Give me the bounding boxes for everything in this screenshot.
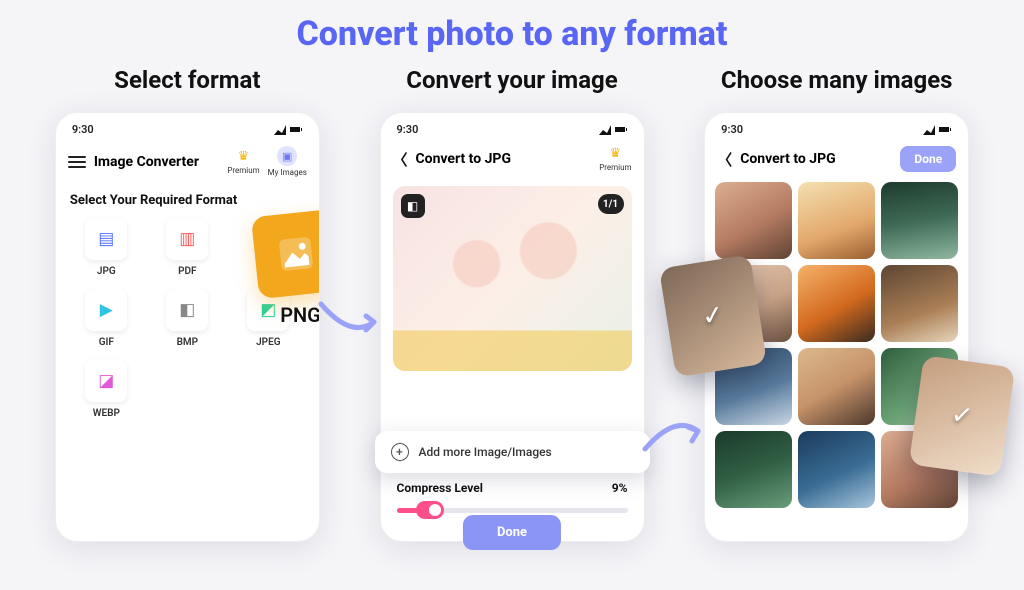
grid-thumb[interactable]: [881, 265, 958, 342]
app-header: Image Converter ♛ Premium ▣ My Images: [56, 142, 319, 187]
grid-thumb[interactable]: [798, 431, 875, 508]
app-title: Image Converter: [94, 154, 220, 170]
convert-title: Convert to JPG: [416, 151, 592, 167]
column-convert: Convert your image 9:30 〈 Convert to JPG…: [350, 66, 675, 542]
section-label: Select Your Required Format: [56, 187, 319, 218]
crown-icon: ♛: [238, 149, 250, 164]
check-icon: ✓: [949, 400, 975, 433]
png-label: PNG: [280, 303, 320, 327]
grid-thumb[interactable]: [715, 182, 792, 259]
column-title-right: Choose many images: [674, 66, 999, 94]
crown-icon: ♛: [610, 146, 622, 161]
compress-label: Compress Level: [397, 481, 483, 495]
crop-icon[interactable]: ◧: [401, 194, 425, 218]
status-icons: [923, 123, 952, 136]
done-button[interactable]: Done: [900, 146, 956, 172]
hero-title: Convert photo to any format: [0, 14, 1024, 54]
grid-thumb[interactable]: [798, 182, 875, 259]
image-count-badge: 1/1: [598, 194, 624, 214]
status-icons: [599, 123, 628, 136]
plus-icon: +: [391, 443, 409, 461]
add-more-button[interactable]: + Add more Image/Images: [375, 431, 650, 473]
selected-thumb[interactable]: ✓: [909, 355, 1015, 477]
format-bmp[interactable]: ◧BMP: [153, 289, 222, 348]
choose-header: 〈 Convert to JPG Done: [705, 142, 968, 182]
selected-thumb[interactable]: ✓: [659, 254, 767, 377]
grid-thumb[interactable]: [715, 431, 792, 508]
grid-thumb[interactable]: [881, 182, 958, 259]
format-pdf[interactable]: ▥PDF: [153, 218, 222, 277]
choose-title: Convert to JPG: [740, 151, 892, 167]
grid-thumb[interactable]: [798, 265, 875, 342]
menu-icon[interactable]: [68, 156, 86, 168]
convert-header: 〈 Convert to JPG ♛ Premium: [381, 142, 644, 182]
status-bar: 9:30: [705, 113, 968, 142]
done-button[interactable]: Done: [463, 515, 561, 550]
phone-choose-many: 9:30 〈 Convert to JPG Done: [704, 112, 969, 542]
status-bar: 9:30: [381, 113, 644, 142]
column-title-center: Convert your image: [350, 66, 675, 94]
status-icons: [274, 123, 303, 136]
column-title-left: Select format: [25, 66, 350, 94]
compress-value: 9%: [612, 481, 628, 495]
back-button[interactable]: 〈: [393, 149, 408, 170]
phone-convert: 9:30 〈 Convert to JPG ♛ Premium ◧ 1/1 +: [380, 112, 645, 542]
image-preview[interactable]: ◧ 1/1: [393, 186, 632, 371]
premium-button[interactable]: ♛ Premium: [227, 149, 259, 175]
format-webp[interactable]: ◪WEBP: [72, 360, 141, 419]
check-icon: ✓: [700, 299, 726, 332]
premium-button[interactable]: ♛ Premium: [599, 146, 631, 172]
column-select-format: Select format 9:30 Image Converter ♛ Pre…: [25, 66, 350, 542]
flow-arrow-icon: [640, 409, 710, 459]
status-time: 9:30: [721, 123, 743, 136]
format-jpg[interactable]: ▤JPG: [72, 218, 141, 277]
status-bar: 9:30: [56, 113, 319, 142]
column-choose-many: Choose many images 9:30 〈 Convert to JPG…: [674, 66, 999, 542]
grid-thumb[interactable]: [798, 348, 875, 425]
status-time: 9:30: [397, 123, 419, 136]
flow-arrow-icon: [316, 294, 386, 344]
my-images-button[interactable]: ▣ My Images: [268, 146, 307, 177]
my-images-icon: ▣: [277, 146, 297, 166]
format-gif[interactable]: ▶GIF: [72, 289, 141, 348]
back-button[interactable]: 〈: [717, 149, 732, 170]
format-png-highlight[interactable]: [251, 209, 320, 299]
phone-select-format: 9:30 Image Converter ♛ Premium ▣ My Imag…: [55, 112, 320, 542]
compress-section: Compress Level 9%: [397, 481, 628, 519]
status-time: 9:30: [72, 123, 94, 136]
